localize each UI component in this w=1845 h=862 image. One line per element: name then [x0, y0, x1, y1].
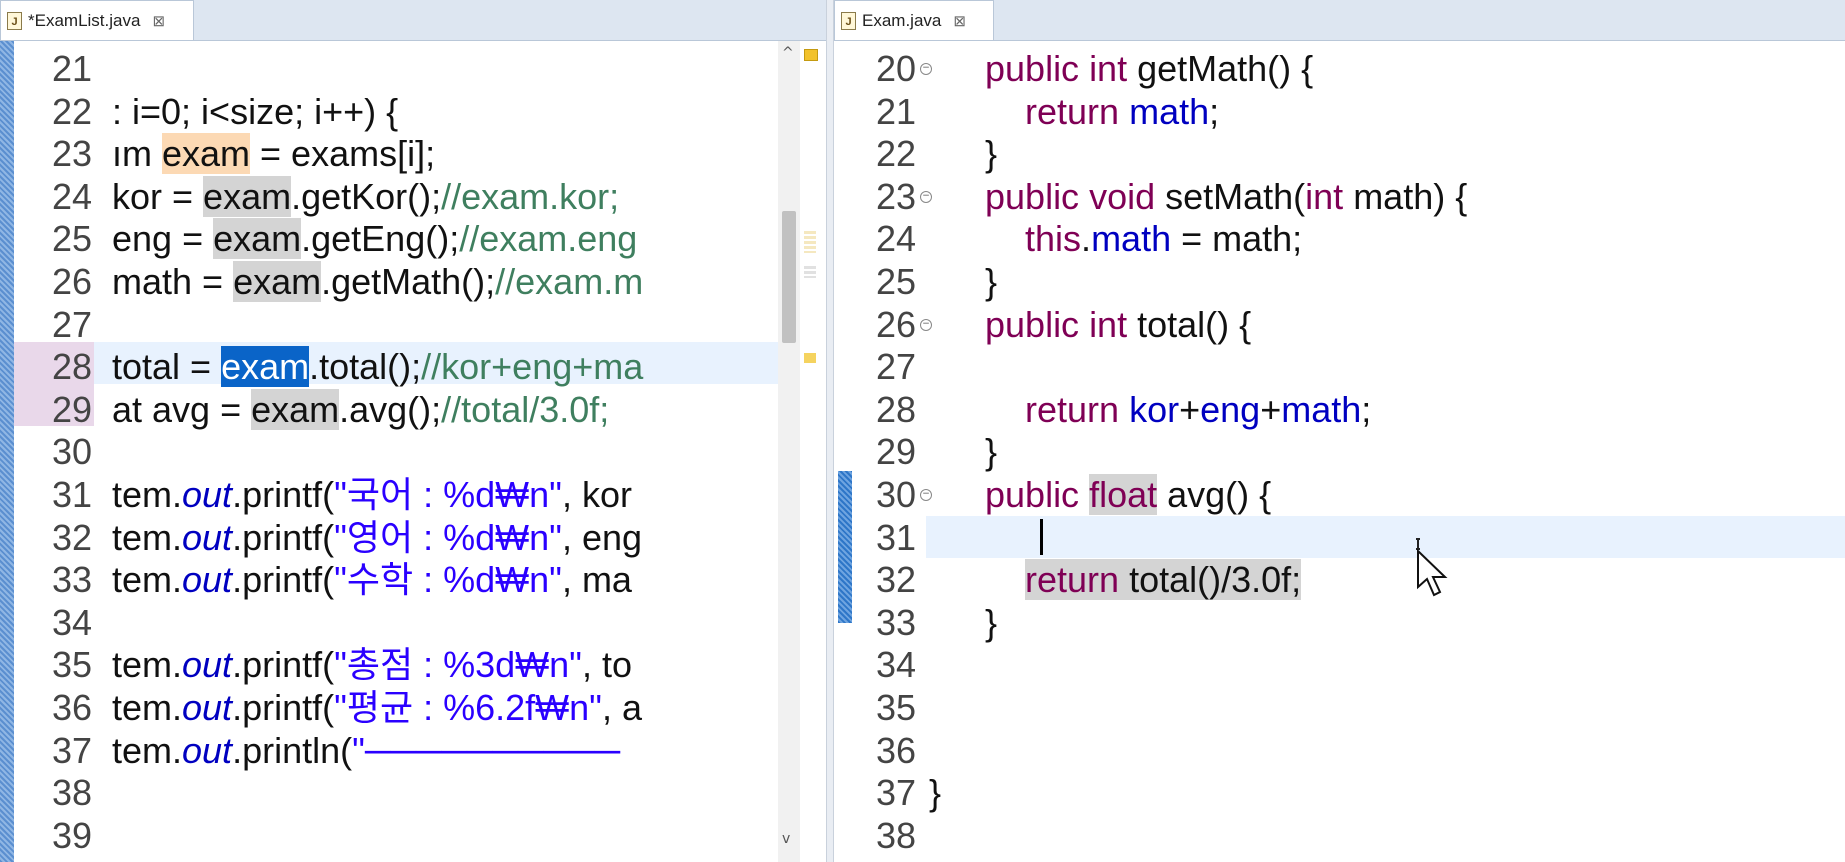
- line-number: 39: [51, 814, 92, 856]
- line-number: 35: [875, 687, 916, 728]
- fold-toggle-icon[interactable]: −: [920, 190, 932, 203]
- fold-toggle-icon[interactable]: −: [920, 489, 932, 501]
- line-number: 30: [51, 431, 92, 473]
- code-line[interactable]: math = exam.getMath();//exam.m: [112, 261, 643, 303]
- tab-label: Exam.java: [862, 10, 942, 30]
- line-number: 21: [875, 90, 916, 132]
- line-number: 37: [875, 772, 916, 814]
- line-number: 35: [51, 644, 92, 686]
- line-number: 27: [51, 303, 92, 345]
- java-file-icon: J: [7, 11, 22, 30]
- occurrence-marker-icon[interactable]: [804, 231, 816, 253]
- code-line[interactable]: tem.out.printf("총점 : %3d₩n", to: [112, 644, 632, 686]
- code-line[interactable]: }: [985, 431, 997, 473]
- code-line[interactable]: public void setMath(int math) {: [985, 176, 1467, 218]
- line-number: 33: [875, 601, 916, 643]
- code-line[interactable]: tem.out.printf("국어 : %d₩n", kor: [112, 474, 632, 516]
- occurrence-marker-icon[interactable]: [804, 266, 816, 278]
- code-line[interactable]: public float avg() {: [985, 474, 1271, 516]
- line-number: 31: [51, 474, 92, 515]
- line-number: 34: [875, 644, 916, 686]
- code-line[interactable]: return total()/3.0f;: [985, 559, 1302, 601]
- code-line[interactable]: ım exam = exams[i];: [112, 133, 435, 175]
- right-tab-bar: J Exam.java ⊠: [834, 0, 1845, 41]
- code-line[interactable]: public int getMath() {: [985, 48, 1313, 90]
- line-number: 30: [875, 474, 916, 515]
- scroll-up-icon[interactable]: ^: [782, 45, 794, 61]
- line-number: 34: [51, 601, 92, 643]
- line-number: 20: [875, 48, 916, 89]
- line-number: 22: [875, 133, 916, 175]
- left-vertical-scrollbar[interactable]: ^ v: [778, 41, 800, 862]
- line-number: 26: [875, 303, 916, 345]
- line-number: 25: [51, 218, 92, 260]
- code-line[interactable]: at avg = exam.avg();//total/3.0f;: [112, 388, 609, 431]
- code-line[interactable]: }: [929, 772, 941, 814]
- code-line[interactable]: : i=0; i<size; i++) {: [112, 91, 398, 133]
- code-line[interactable]: }: [985, 261, 997, 303]
- line-number: 37: [51, 729, 92, 771]
- code-line[interactable]: total = exam.total();//kor+eng+ma: [112, 346, 643, 388]
- line-number: 29: [51, 388, 92, 430]
- mouse-pointer-icon: [1414, 537, 1454, 611]
- line-number: 28: [51, 346, 92, 388]
- line-number: 28: [875, 388, 916, 430]
- scrollbar-thumb[interactable]: [782, 211, 796, 343]
- left-code-editor[interactable]: 21 22 : i=0; i<size; i++) { 23 ım exam = exa…: [0, 41, 826, 862]
- code-line[interactable]: }: [985, 602, 997, 644]
- scroll-down-icon[interactable]: v: [782, 831, 790, 847]
- code-line[interactable]: tem.out.println("──────────: [112, 730, 620, 772]
- current-line-highlight: [926, 516, 1845, 558]
- close-icon[interactable]: ⊠: [953, 12, 966, 30]
- line-number: 36: [51, 687, 92, 728]
- code-line[interactable]: tem.out.printf("평균 : %6.2f₩n", a: [112, 687, 642, 729]
- java-file-icon: J: [841, 11, 856, 30]
- line-number: 32: [875, 559, 916, 601]
- line-number: 26: [51, 261, 92, 302]
- occurrence-marker-icon[interactable]: [804, 353, 816, 363]
- line-number: 38: [51, 772, 92, 814]
- line-number: 24: [51, 175, 92, 217]
- code-line[interactable]: kor = exam.getKor();//exam.kor;: [112, 175, 619, 218]
- line-number: 27: [875, 346, 916, 388]
- fold-toggle-icon[interactable]: −: [920, 318, 932, 331]
- line-number: 31: [875, 516, 916, 558]
- fold-toggle-icon[interactable]: −: [920, 63, 932, 75]
- line-number: 22: [51, 90, 92, 132]
- line-number: 23: [875, 175, 916, 217]
- line-number: 29: [875, 431, 916, 473]
- close-icon[interactable]: ⊠: [152, 12, 165, 30]
- left-tab-bar: J *ExamList.java ⊠: [0, 0, 826, 41]
- code-line[interactable]: tem.out.printf("영어 : %d₩n", eng: [112, 517, 642, 559]
- line-number: 38: [875, 814, 916, 856]
- line-number: 24: [875, 218, 916, 260]
- code-line[interactable]: return kor+eng+math;: [985, 389, 1371, 431]
- tab-examlist-java[interactable]: J *ExamList.java ⊠: [0, 0, 194, 40]
- line-number: 21: [51, 48, 92, 89]
- code-line[interactable]: return math;: [985, 91, 1219, 133]
- tab-exam-java[interactable]: J Exam.java ⊠: [834, 0, 994, 40]
- code-line[interactable]: eng = exam.getEng();//exam.eng: [112, 218, 637, 260]
- right-code-editor[interactable]: 20− public int getMath() {21 return math;…: [834, 41, 1845, 862]
- text-cursor: [1040, 519, 1043, 555]
- line-number: 33: [51, 559, 92, 601]
- change-ruler: [0, 41, 14, 862]
- code-line[interactable]: tem.out.printf("수학 : %d₩n", ma: [112, 559, 632, 601]
- tab-label: *ExamList.java: [28, 10, 141, 30]
- code-line[interactable]: public int total() {: [985, 304, 1251, 346]
- line-number: 23: [51, 133, 92, 175]
- code-line[interactable]: this.math = math;: [985, 218, 1302, 260]
- overview-ruler-marker-icon[interactable]: [804, 49, 818, 61]
- line-number: 25: [875, 261, 916, 302]
- code-line[interactable]: }: [985, 133, 997, 175]
- left-editor-pane: J *ExamList.java ⊠ 21 22 : i=0; i<size; i+…: [0, 0, 826, 862]
- line-number: 32: [51, 516, 92, 558]
- line-number: 36: [875, 729, 916, 771]
- editor-splitter[interactable]: [826, 0, 834, 862]
- right-editor-pane: J Exam.java ⊠ 20− public int getMath() {2…: [834, 0, 1845, 862]
